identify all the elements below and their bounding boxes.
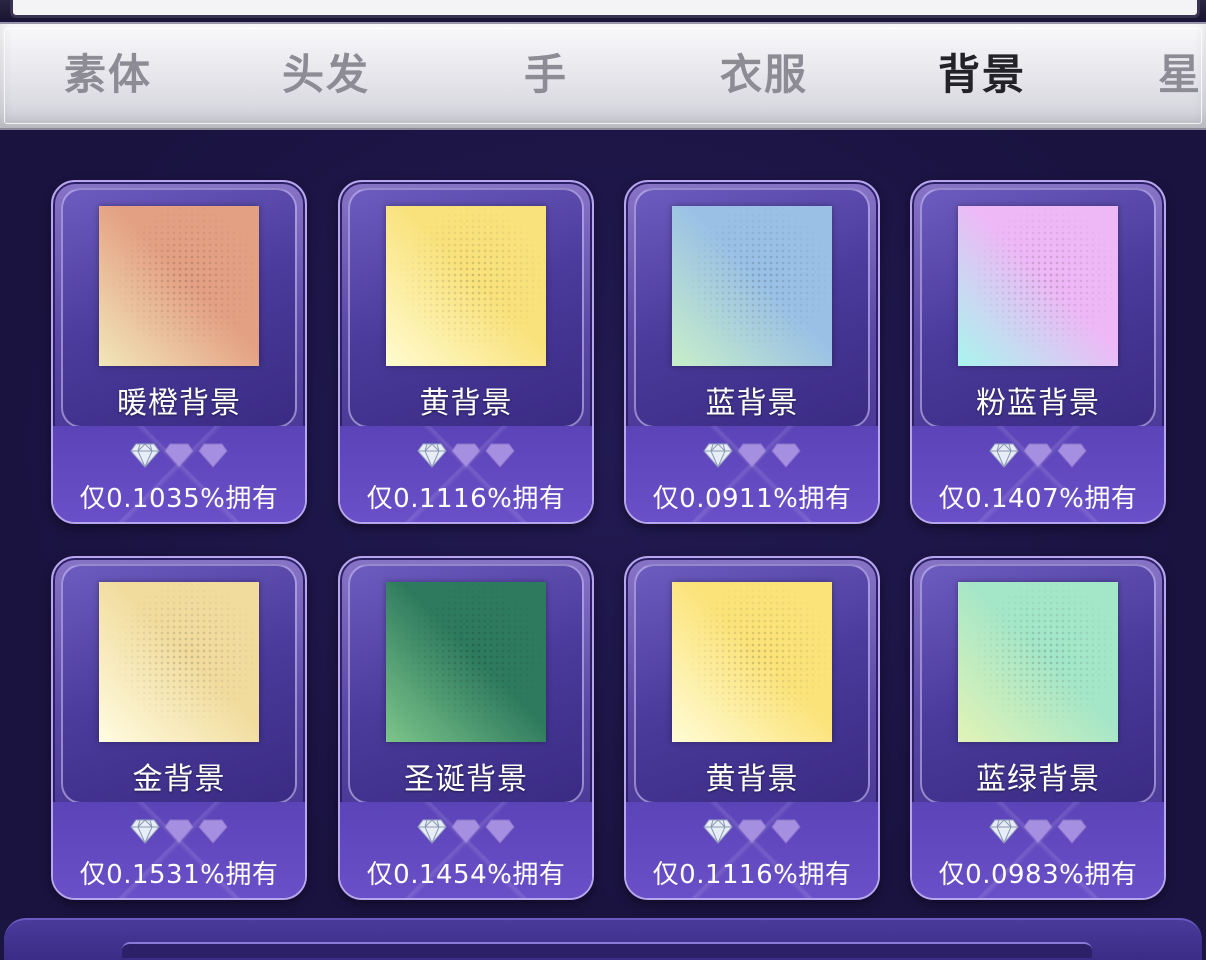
background-swatch xyxy=(99,582,259,742)
item-name: 黄背景 xyxy=(705,762,799,797)
diamond-icon xyxy=(417,819,447,844)
diamond-outline-icon xyxy=(451,443,481,468)
tab-clothes[interactable]: 衣服 xyxy=(720,40,808,110)
diamond-outline-icon xyxy=(198,443,228,468)
rarity-gems xyxy=(340,442,592,472)
item-name: 黄背景 xyxy=(419,386,513,421)
ownership-rate: 仅0.0911%拥有 xyxy=(652,484,852,514)
item-name: 粉蓝背景 xyxy=(976,386,1100,421)
diamond-outline-icon xyxy=(485,443,515,468)
item-card[interactable]: 黄背景 仅0.1116%拥有 xyxy=(624,556,880,900)
background-swatch xyxy=(386,582,546,742)
diamond-outline-icon xyxy=(737,443,767,468)
diamond-outline-icon xyxy=(1023,443,1053,468)
ownership-rate: 仅0.0983%拥有 xyxy=(938,860,1138,890)
background-swatch xyxy=(958,582,1118,742)
bottom-panel xyxy=(4,918,1202,960)
background-swatch xyxy=(99,206,259,366)
item-name: 蓝绿背景 xyxy=(976,762,1100,797)
item-card[interactable]: 暖橙背景 仅0.1035%拥有 xyxy=(51,180,307,524)
bottom-panel-inner xyxy=(122,942,1092,958)
background-swatch xyxy=(958,206,1118,366)
diamond-icon xyxy=(130,819,160,844)
background-swatch xyxy=(386,206,546,366)
tab-body[interactable]: 素体 xyxy=(64,40,152,110)
diamond-outline-icon xyxy=(1023,819,1053,844)
diamond-icon xyxy=(417,443,447,468)
ownership-rate: 仅0.1531%拥有 xyxy=(79,860,279,890)
diamond-outline-icon xyxy=(1057,819,1087,844)
diamond-icon xyxy=(989,819,1019,844)
diamond-outline-icon xyxy=(737,819,767,844)
diamond-icon xyxy=(703,819,733,844)
diamond-outline-icon xyxy=(164,443,194,468)
diamond-outline-icon xyxy=(451,819,481,844)
diamond-outline-icon xyxy=(198,819,228,844)
tab-star[interactable]: 星 xyxy=(1158,40,1202,110)
diamond-outline-icon xyxy=(771,819,801,844)
ownership-rate: 仅0.1454%拥有 xyxy=(366,860,566,890)
ownership-rate: 仅0.1035%拥有 xyxy=(79,484,279,514)
top-input-frame xyxy=(10,0,1200,18)
item-card[interactable]: 蓝背景 仅0.0911%拥有 xyxy=(624,180,880,524)
diamond-icon xyxy=(989,443,1019,468)
rarity-gems xyxy=(912,818,1164,848)
diamond-outline-icon xyxy=(485,819,515,844)
rarity-gems xyxy=(626,442,878,472)
item-card[interactable]: 粉蓝背景 仅0.1407%拥有 xyxy=(910,180,1166,524)
rarity-gems xyxy=(53,442,305,472)
item-card[interactable]: 圣诞背景 仅0.1454%拥有 xyxy=(338,556,594,900)
rarity-gems xyxy=(912,442,1164,472)
item-name: 暖橙背景 xyxy=(117,386,241,421)
tab-hand[interactable]: 手 xyxy=(524,40,568,110)
rarity-gems xyxy=(626,818,878,848)
background-swatch xyxy=(672,206,832,366)
tab-hair[interactable]: 头发 xyxy=(282,40,370,110)
rarity-gems xyxy=(340,818,592,848)
item-name: 蓝背景 xyxy=(705,386,799,421)
tab-background[interactable]: 背景 xyxy=(938,40,1026,110)
ownership-rate: 仅0.1116%拥有 xyxy=(652,860,852,890)
diamond-outline-icon xyxy=(771,443,801,468)
item-name: 圣诞背景 xyxy=(404,762,528,797)
diamond-outline-icon xyxy=(164,819,194,844)
item-name: 金背景 xyxy=(132,762,226,797)
item-card[interactable]: 黄背景 仅0.1116%拥有 xyxy=(338,180,594,524)
background-swatch xyxy=(672,582,832,742)
ownership-rate: 仅0.1116%拥有 xyxy=(366,484,566,514)
category-tab-bar: 素体 头发 手 衣服 背景 星 xyxy=(0,22,1206,132)
top-frame xyxy=(0,0,1206,20)
item-card[interactable]: 金背景 仅0.1531%拥有 xyxy=(51,556,307,900)
rarity-gems xyxy=(53,818,305,848)
diamond-icon xyxy=(130,443,160,468)
ownership-rate: 仅0.1407%拥有 xyxy=(938,484,1138,514)
diamond-icon xyxy=(703,443,733,468)
diamond-outline-icon xyxy=(1057,443,1087,468)
item-card[interactable]: 蓝绿背景 仅0.0983%拥有 xyxy=(910,556,1166,900)
